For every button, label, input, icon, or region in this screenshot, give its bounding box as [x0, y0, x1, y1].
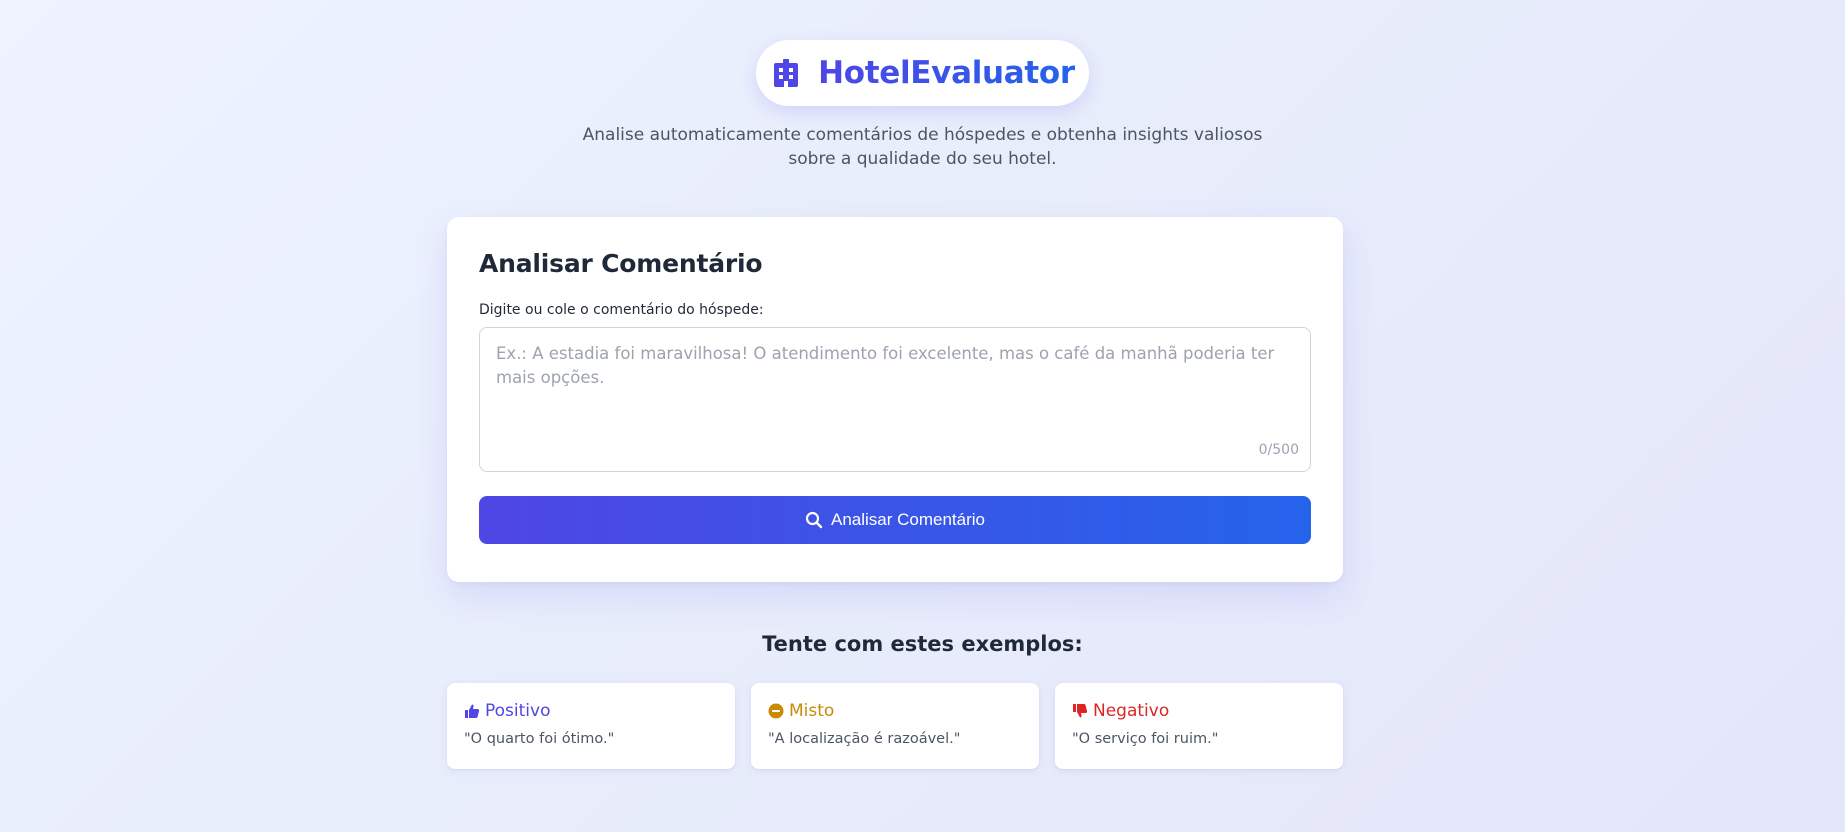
brand-logo: HotelEvaluator	[756, 40, 1089, 106]
example-text-mixed: "A localização é razoável."	[768, 731, 961, 747]
example-card-negative[interactable]: Negativo "O serviço foi ruim."	[1055, 683, 1343, 769]
thumbs-down-icon	[1073, 704, 1088, 718]
example-header-negative: Negativo	[1072, 701, 1326, 721]
search-icon	[805, 511, 823, 529]
page-subtitle: Analise automaticamente comentários de h…	[583, 123, 1263, 171]
example-label-mixed: Misto	[789, 701, 835, 721]
subtitle-line-2: sobre a qualidade do seu hotel.	[788, 149, 1057, 169]
comment-textarea[interactable]	[480, 328, 1310, 471]
example-header-mixed: Misto	[768, 701, 1022, 721]
header: HotelEvaluator Analise automaticamente c…	[0, 40, 1845, 171]
analyze-card: Analisar Comentário Digite ou cole o com…	[447, 217, 1343, 582]
char-counter: 0/500	[1258, 442, 1299, 458]
comment-field-wrapper: 0/500	[479, 327, 1311, 472]
comment-field-label: Digite ou cole o comentário do hóspede:	[479, 302, 764, 318]
examples-list: Positivo "O quarto foi ótimo." Misto "A …	[447, 683, 1343, 769]
example-text-negative: "O serviço foi ruim."	[1072, 731, 1219, 747]
analyze-button[interactable]: Analisar Comentário	[479, 496, 1311, 544]
example-label-negative: Negativo	[1093, 701, 1170, 721]
brand-title: HotelEvaluator	[818, 55, 1075, 91]
example-header-positive: Positivo	[464, 701, 718, 721]
example-card-mixed[interactable]: Misto "A localização é razoável."	[751, 683, 1039, 769]
hotel-building-icon	[774, 59, 799, 87]
example-text-positive: "O quarto foi ótimo."	[464, 731, 615, 747]
card-title: Analisar Comentário	[479, 249, 763, 278]
example-label-positive: Positivo	[485, 701, 551, 721]
examples-title: Tente com estes exemplos:	[762, 632, 1083, 656]
example-card-positive[interactable]: Positivo "O quarto foi ótimo."	[447, 683, 735, 769]
minus-circle-icon	[768, 703, 784, 719]
thumbs-up-icon	[465, 704, 480, 718]
subtitle-line-1: Analise automaticamente comentários de h…	[582, 125, 1263, 145]
analyze-button-label: Analisar Comentário	[830, 510, 985, 529]
